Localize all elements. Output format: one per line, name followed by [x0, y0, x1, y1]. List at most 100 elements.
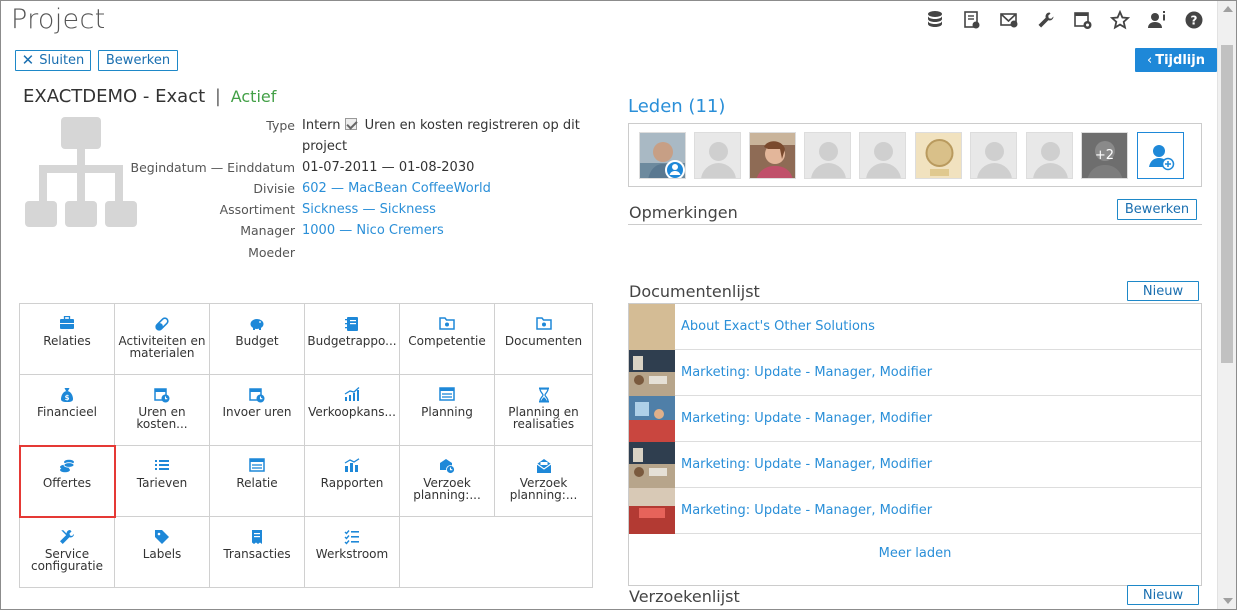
tile-label: Offertes: [42, 476, 92, 490]
tile-label: Verzoek planning:...: [509, 476, 578, 502]
document-row[interactable]: About Exact's Other Solutions: [629, 304, 1201, 350]
tile-invoer-uren[interactable]: Invoer uren: [210, 375, 305, 446]
document-row[interactable]: Marketing: Update - Manager, Modifier: [629, 350, 1201, 396]
piggy-bank-icon: [210, 316, 304, 332]
requests-new-button[interactable]: Nieuw: [1127, 585, 1199, 605]
tag-icon: [115, 529, 209, 545]
star-icon[interactable]: [1101, 8, 1138, 32]
division-link[interactable]: 602 — MacBean CoffeeWorld: [302, 181, 491, 196]
requests-new-label: Nieuw: [1142, 587, 1184, 603]
manager-label: Manager: [240, 223, 295, 238]
member-avatar[interactable]: [804, 132, 851, 179]
more-members-count: +2: [1094, 148, 1115, 163]
type-value: Intern Uren en kosten registreren op dit: [302, 118, 580, 133]
load-more-link[interactable]: Meer laden: [629, 546, 1201, 561]
tile-competentie[interactable]: Competentie: [400, 304, 495, 375]
calendar-settings-icon[interactable]: [1064, 8, 1101, 32]
tile-tarieven[interactable]: Tarieven: [115, 446, 210, 517]
document-title[interactable]: Marketing: Update - Manager, Modifier: [681, 411, 932, 426]
tile-relatie[interactable]: Relatie: [210, 446, 305, 517]
user-info-icon[interactable]: [1138, 8, 1175, 32]
report-icon[interactable]: [953, 8, 990, 32]
tile-budget[interactable]: Budget: [210, 304, 305, 375]
type-label: Type: [266, 118, 295, 133]
help-icon[interactable]: ?: [1175, 8, 1212, 32]
document-thumbnail: [629, 396, 675, 442]
mail-icon[interactable]: [990, 8, 1027, 32]
project-name: EXACTDEMO - Exact: [23, 86, 206, 107]
navigation-tiles: Relaties Activiteiten en materialen Budget…: [19, 303, 593, 588]
close-button-label: Sluiten: [39, 53, 85, 68]
tile-financieel[interactable]: $ Financieel: [20, 375, 115, 446]
document-row[interactable]: Marketing: Update - Manager, Modifier: [629, 396, 1201, 442]
document-title[interactable]: Marketing: Update - Manager, Modifier: [681, 365, 932, 380]
folder-icon: [400, 316, 494, 332]
division-label: Divisie: [253, 181, 295, 196]
documents-new-button[interactable]: Nieuw: [1127, 281, 1199, 301]
tile-rapporten[interactable]: Rapporten: [305, 446, 400, 517]
document-title[interactable]: About Exact's Other Solutions: [681, 319, 875, 334]
edit-button[interactable]: Bewerken: [98, 50, 178, 71]
tile-documenten[interactable]: Documenten: [495, 304, 592, 375]
document-row[interactable]: Marketing: Update - Manager, Modifier: [629, 442, 1201, 488]
tile-offertes[interactable]: Offertes: [19, 445, 116, 518]
assortment-link[interactable]: Sickness — Sickness: [302, 202, 436, 217]
tile-label: Transacties: [223, 547, 291, 561]
tile-verzoek-planning[interactable]: Verzoek planning:...: [495, 446, 592, 517]
tile-budgetrappo[interactable]: Budgetrappo...: [305, 304, 400, 375]
tile-label: Tarieven: [136, 476, 188, 490]
tile-label: Budget: [235, 334, 279, 348]
member-avatar[interactable]: [749, 132, 796, 179]
clock-calendar-icon: [115, 387, 209, 403]
member-avatar[interactable]: [859, 132, 906, 179]
svg-text:?: ?: [1190, 14, 1197, 28]
document-title[interactable]: Marketing: Update - Manager, Modifier: [681, 503, 932, 518]
tile-label: Budgetrappo...: [307, 334, 397, 348]
tile-label: Labels: [142, 547, 182, 561]
member-avatar[interactable]: [1026, 132, 1073, 179]
database-icon[interactable]: [916, 8, 953, 32]
tile-planning[interactable]: Planning: [400, 375, 495, 446]
manager-link[interactable]: 1000 — Nico Cremers: [302, 223, 444, 238]
tile-uren-en-kosten[interactable]: Uren en kosten...: [115, 375, 210, 446]
remarks-edit-button[interactable]: Bewerken: [1117, 199, 1197, 220]
tile-transacties[interactable]: Transacties: [210, 517, 305, 588]
svg-text:$: $: [65, 394, 70, 402]
coins-icon: [20, 458, 114, 474]
scroll-up-icon[interactable]: [1223, 6, 1233, 12]
timeline-button-label: Tijdlijn: [1155, 52, 1205, 68]
document-thumbnail: [629, 304, 675, 350]
document-row[interactable]: Marketing: Update - Manager, Modifier: [629, 488, 1201, 534]
tile-label: Financieel: [37, 405, 97, 419]
register-hours-checkbox[interactable]: [344, 118, 357, 130]
tile-planning-en-realisaties[interactable]: Planning en realisaties: [495, 375, 592, 446]
scroll-down-icon[interactable]: [1223, 598, 1233, 604]
tile-werkstroom[interactable]: Werkstroom: [305, 517, 400, 588]
tile-relaties[interactable]: Relaties: [20, 304, 115, 375]
tile-label: Relatie: [236, 476, 278, 490]
tile-labels[interactable]: Labels: [115, 517, 210, 588]
tile-service-configuratie[interactable]: Service configuratie: [20, 517, 115, 588]
tile-verkoopkans[interactable]: Verkoopkans...: [305, 375, 400, 446]
clock-calendar-icon: [210, 387, 304, 403]
pill-icon: [115, 316, 209, 332]
member-avatar[interactable]: [639, 132, 686, 179]
tile-verzoek-planning[interactable]: Verzoek planning:...: [400, 446, 495, 517]
scrollbar-thumb[interactable]: [1221, 45, 1233, 363]
wrench-icon[interactable]: [1027, 8, 1064, 32]
member-avatar[interactable]: [694, 132, 741, 179]
vertical-scrollbar[interactable]: [1217, 1, 1236, 609]
member-avatar[interactable]: [970, 132, 1017, 179]
close-button[interactable]: ✕ Sluiten: [15, 50, 91, 71]
add-member-button[interactable]: [1137, 132, 1184, 179]
more-members-avatar[interactable]: +2: [1081, 132, 1128, 179]
register-hours-text-cont: project: [302, 139, 348, 154]
page-title: Project: [11, 4, 106, 35]
document-thumbnail: [629, 488, 675, 534]
dates-label: Begindatum — Einddatum: [130, 160, 295, 175]
member-avatar[interactable]: [915, 132, 962, 179]
timeline-button[interactable]: ‹ Tijdlijn: [1135, 48, 1217, 72]
members-title[interactable]: Leden (11): [628, 96, 725, 117]
document-title[interactable]: Marketing: Update - Manager, Modifier: [681, 457, 932, 472]
tile-activiteiten-en-materialen[interactable]: Activiteiten en materialen: [115, 304, 210, 375]
